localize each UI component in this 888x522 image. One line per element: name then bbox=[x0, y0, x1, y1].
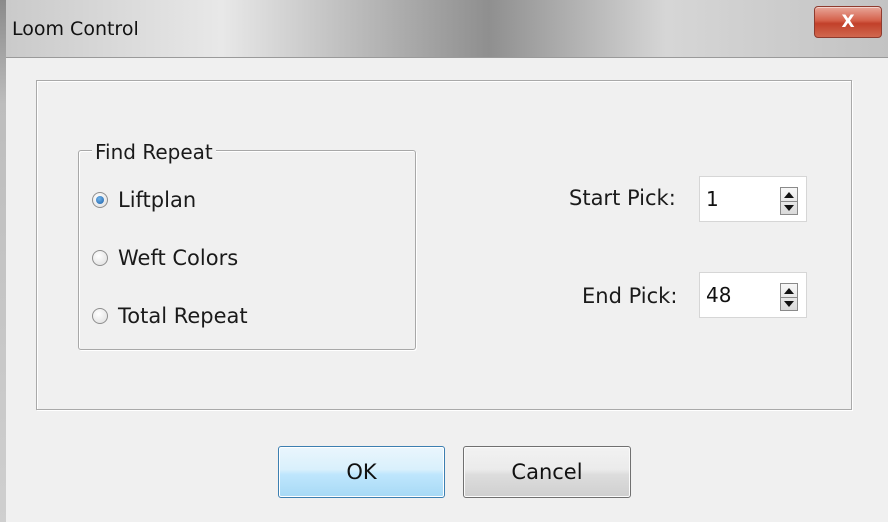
arrow-up-icon bbox=[784, 191, 794, 198]
radio-liftplan[interactable]: Liftplan bbox=[92, 188, 196, 212]
ok-button-label: OK bbox=[346, 460, 377, 484]
end-pick-decrement-button[interactable] bbox=[781, 297, 797, 310]
close-icon: X bbox=[841, 12, 855, 32]
start-pick-spin-buttons bbox=[780, 187, 798, 215]
radio-weft-colors[interactable]: Weft Colors bbox=[92, 246, 238, 270]
start-pick-increment-button[interactable] bbox=[781, 188, 797, 202]
start-pick-value[interactable]: 1 bbox=[706, 187, 719, 211]
loom-control-dialog: Loom Control X Find Repeat Liftplan Weft… bbox=[0, 0, 888, 522]
cancel-button-label: Cancel bbox=[511, 460, 583, 484]
end-pick-value[interactable]: 48 bbox=[706, 283, 731, 307]
title-bar[interactable]: Loom Control X bbox=[0, 0, 888, 58]
radio-button[interactable] bbox=[92, 308, 108, 324]
start-pick-decrement-button[interactable] bbox=[781, 201, 797, 214]
start-pick-label: Start Pick: bbox=[569, 186, 676, 210]
window-frame-edge bbox=[0, 0, 6, 522]
radio-button[interactable] bbox=[92, 250, 108, 266]
end-pick-spin-buttons bbox=[780, 283, 798, 311]
close-button[interactable]: X bbox=[814, 6, 882, 38]
end-pick-spinbox[interactable]: 48 bbox=[699, 272, 807, 318]
radio-button-checked[interactable] bbox=[92, 192, 108, 208]
end-pick-label: End Pick: bbox=[582, 284, 678, 308]
cancel-button[interactable]: Cancel bbox=[463, 446, 631, 498]
start-pick-spinbox[interactable]: 1 bbox=[699, 176, 807, 222]
arrow-down-icon bbox=[784, 204, 794, 211]
end-pick-increment-button[interactable] bbox=[781, 284, 797, 298]
window-title: Loom Control bbox=[12, 18, 139, 40]
radio-label-weft-colors: Weft Colors bbox=[118, 246, 239, 270]
radio-total-repeat[interactable]: Total Repeat bbox=[92, 304, 248, 328]
radio-label-total-repeat: Total Repeat bbox=[118, 304, 248, 328]
radio-label-liftplan: Liftplan bbox=[118, 188, 197, 212]
ok-button[interactable]: OK bbox=[278, 446, 445, 498]
arrow-down-icon bbox=[784, 300, 794, 307]
arrow-up-icon bbox=[784, 287, 794, 294]
find-repeat-legend: Find Repeat bbox=[92, 140, 216, 164]
